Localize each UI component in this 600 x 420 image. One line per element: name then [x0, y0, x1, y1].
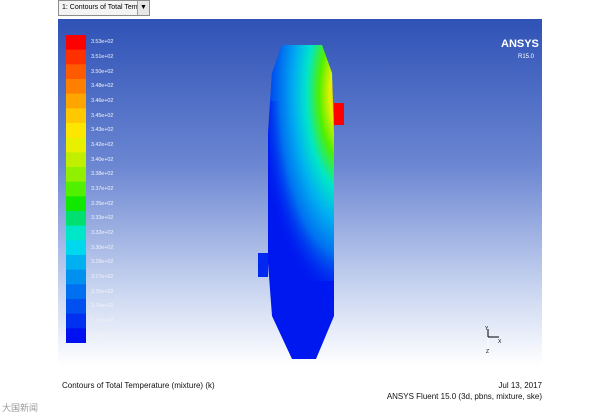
legend-swatch — [66, 152, 86, 168]
legend-label: 3.51e+02 — [91, 54, 114, 60]
outlet-port — [334, 103, 344, 125]
legend-label: 3.40e+02 — [91, 156, 114, 163]
legend-label: 3.45e+02 — [91, 112, 114, 119]
legend-swatch — [66, 196, 86, 212]
legend-swatch — [66, 79, 86, 95]
legend-label: 3.25e+02 — [91, 288, 114, 295]
plot-date: Jul 13, 2017 — [498, 381, 542, 390]
legend-label: 3.24e+02 — [91, 303, 114, 310]
legend-label: 3.50e+02 — [91, 68, 114, 75]
legend-swatch — [66, 284, 86, 300]
graphics-viewport[interactable]: 3.53e+02 3.51e+02 3.50e+02 3.48e+02 3.46e+02… — [58, 19, 542, 366]
legend-label: 3.43e+02 — [91, 127, 114, 134]
axis-z-label: Z — [486, 349, 489, 355]
legend-swatch — [66, 137, 86, 153]
legend-swatch — [66, 64, 86, 80]
view-selector[interactable]: 1: Contours of Total Temper ▼ — [58, 0, 150, 16]
axis-triad: Y X Z — [485, 326, 502, 355]
legend-swatch — [66, 255, 86, 271]
legend-label: 3.28e+02 — [91, 259, 114, 266]
legend-label: 3.37e+02 — [91, 186, 114, 192]
solver-info: ANSYS Fluent 15.0 (3d, pbns, mixture, sk… — [386, 392, 542, 401]
version-label: R15.0 — [518, 54, 535, 60]
watermark: 大国新闻 — [2, 403, 39, 413]
legend-label: 3.27e+02 — [91, 274, 114, 280]
axis-x-label: X — [498, 339, 502, 345]
legend-label: 3.46e+02 — [91, 98, 114, 104]
legend-color-bar — [66, 35, 86, 343]
legend-label: 3.48e+02 — [91, 83, 114, 90]
legend-swatch — [66, 299, 86, 315]
legend-swatch — [66, 93, 86, 109]
legend-label: 3.20e+02 — [91, 332, 114, 339]
legend-label: 3.35e+02 — [91, 200, 114, 207]
legend-swatch — [66, 108, 86, 124]
legend-label: 3.22e+02 — [91, 318, 114, 324]
chevron-down-icon[interactable]: ▼ — [137, 1, 149, 15]
legend-label: 3.53e+02 — [91, 39, 114, 46]
plot-title: Contours of Total Temperature (mixture) … — [62, 381, 215, 390]
ansys-logo: ANSYS — [501, 38, 539, 50]
legend-swatch — [66, 35, 86, 51]
legend-swatch — [66, 269, 86, 285]
legend-label: 3.38e+02 — [91, 171, 114, 178]
legend-swatch — [66, 225, 86, 241]
legend-label: 3.30e+02 — [91, 244, 114, 251]
legend-swatch — [66, 123, 86, 139]
legend-swatch — [66, 181, 86, 197]
view-selector-value: 1: Contours of Total Temper — [62, 4, 148, 11]
inlet-port — [258, 253, 268, 277]
legend-swatch — [66, 328, 86, 343]
legend-swatch — [66, 49, 86, 65]
legend-swatch — [66, 167, 86, 183]
legend-label: 3.32e+02 — [91, 230, 114, 236]
legend-swatch — [66, 313, 86, 329]
legend-label: 3.33e+02 — [91, 215, 114, 222]
legend-label: 3.42e+02 — [91, 142, 114, 148]
contour-model — [258, 45, 344, 359]
legend-swatch — [66, 240, 86, 256]
legend-swatch — [66, 211, 86, 227]
